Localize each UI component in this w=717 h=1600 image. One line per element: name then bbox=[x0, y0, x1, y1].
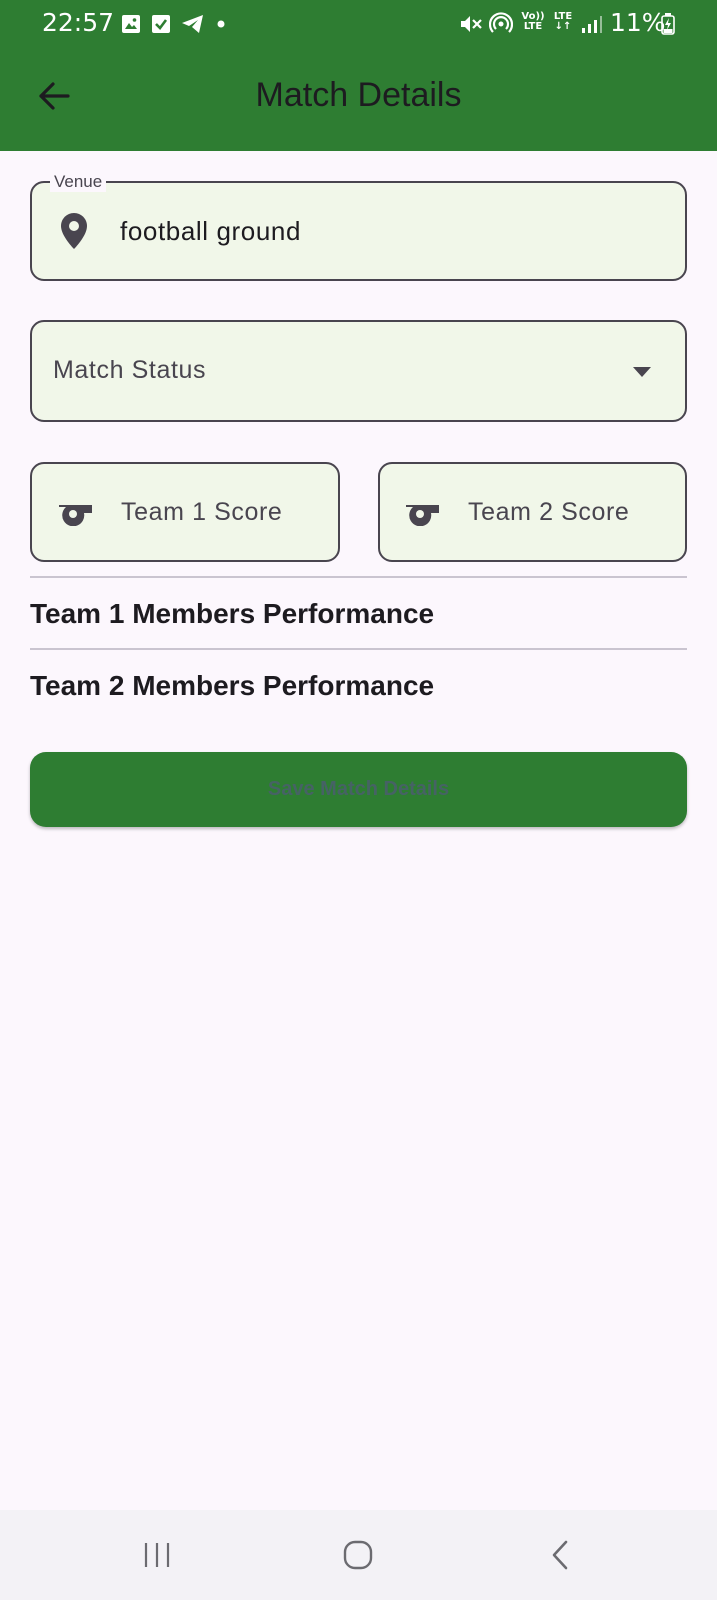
dropdown-arrow-icon[interactable] bbox=[632, 365, 652, 383]
lte-data-icon: LTE ↓↑ bbox=[550, 10, 576, 34]
notification-dot-icon bbox=[216, 12, 226, 36]
status-time: 22:57 bbox=[42, 8, 115, 37]
team2-score-placeholder: Team 2 Score bbox=[468, 498, 630, 526]
match-status-placeholder: Match Status bbox=[53, 356, 207, 384]
team1-performance-heading[interactable]: Team 1 Members Performance bbox=[30, 598, 434, 630]
location-pin-icon bbox=[60, 212, 88, 255]
telegram-icon bbox=[180, 12, 206, 36]
venue-input-value[interactable]: football ground bbox=[120, 216, 301, 247]
signal-icon bbox=[580, 12, 604, 36]
checkbox-icon bbox=[150, 12, 172, 36]
gallery-icon bbox=[120, 12, 142, 36]
battery-charging-icon bbox=[660, 12, 676, 36]
save-button-label: Save Match Details bbox=[267, 778, 450, 800]
team2-performance-heading[interactable]: Team 2 Members Performance bbox=[30, 670, 434, 702]
recent-apps-icon bbox=[144, 1543, 170, 1567]
venue-label: Venue bbox=[50, 172, 107, 192]
system-back-button[interactable] bbox=[530, 1530, 590, 1580]
volte-bottom-label: LTE bbox=[523, 21, 543, 32]
whistle-icon bbox=[56, 500, 94, 531]
chevron-left-icon bbox=[552, 1540, 568, 1570]
save-match-details-button[interactable]: Save Match Details bbox=[30, 752, 687, 827]
divider bbox=[30, 648, 687, 650]
page-title: Match Details bbox=[255, 76, 462, 114]
volte-icon: Vo)) LTE bbox=[520, 10, 546, 34]
home-icon bbox=[343, 1540, 373, 1570]
recent-apps-button[interactable] bbox=[127, 1530, 187, 1580]
whistle-icon bbox=[403, 500, 441, 531]
hotspot-icon bbox=[488, 12, 514, 36]
team1-score-placeholder: Team 1 Score bbox=[121, 498, 283, 526]
battery-percent: 11% bbox=[610, 8, 666, 37]
divider bbox=[30, 576, 687, 578]
data-arrows-icon: ↓↑ bbox=[554, 21, 572, 32]
mute-icon bbox=[458, 12, 484, 36]
home-button[interactable] bbox=[328, 1530, 388, 1580]
